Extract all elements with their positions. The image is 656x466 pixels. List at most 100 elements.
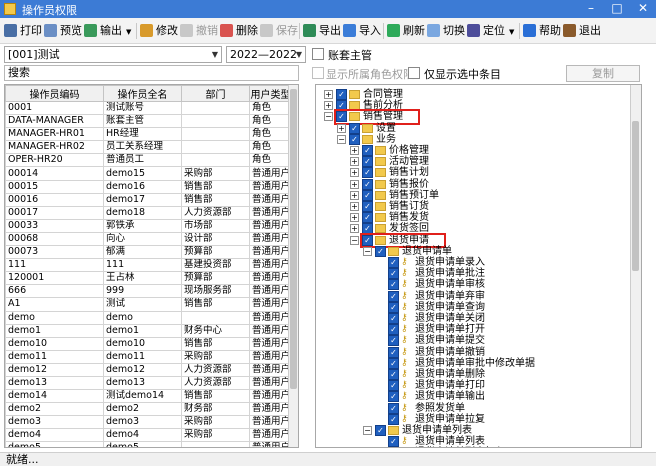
- column-header[interactable]: 操作员编码: [5, 85, 104, 102]
- output-button[interactable]: 输出 ▼: [84, 22, 131, 40]
- table-row[interactable]: demo12 demo12 人力资源部 普通用户: [5, 362, 292, 377]
- table-row[interactable]: MANAGER-HR02 员工关系经理 角色: [5, 140, 292, 155]
- table-row[interactable]: 00068 向心 设计部 普通用户: [5, 231, 292, 247]
- table-row[interactable]: 0001 测试账号 角色: [5, 100, 292, 116]
- checked-checkbox[interactable]: ✓: [388, 346, 399, 358]
- tree-node[interactable]: − ✓ 退货申请单列表: [363, 425, 616, 437]
- checked-checkbox[interactable]: ✓: [362, 167, 373, 179]
- table-row[interactable]: 00014 demo15 采购部 普通用户: [5, 166, 292, 181]
- tree-node[interactable]: ✓ ⚷ 退货申请单审批中修改单据: [376, 357, 616, 370]
- checked-checkbox[interactable]: ✓: [388, 391, 399, 403]
- column-header[interactable]: 部门: [181, 85, 250, 102]
- tree-node[interactable]: ✓ ⚷ 退货申请单审核: [376, 279, 616, 291]
- table-row[interactable]: demo5 demo5 普通用户: [5, 441, 292, 447]
- checked-checkbox[interactable]: ✓: [388, 369, 399, 380]
- exit-button[interactable]: 退出: [563, 22, 601, 40]
- table-row[interactable]: 00033 郭铁承 市场部 普通用户: [5, 218, 292, 233]
- table-row[interactable]: OPER-HR20 普通员工 角色: [5, 153, 292, 168]
- checked-checkbox[interactable]: ✓: [388, 380, 399, 392]
- table-row[interactable]: MANAGER-HR01 HR经理 角色: [5, 127, 292, 142]
- table-row[interactable]: A1 测试 销售部 普通用户: [5, 297, 292, 312]
- checked-checkbox[interactable]: ✓: [375, 245, 386, 257]
- checked-checkbox[interactable]: ✓: [388, 268, 399, 280]
- table-row[interactable]: demo11 demo11 采购部 普通用户: [5, 349, 292, 364]
- tree-node[interactable]: ✓ ⚷ 参照发货单: [376, 402, 616, 415]
- switch-button[interactable]: 切换: [427, 22, 465, 40]
- collapse-icon[interactable]: −: [363, 246, 372, 256]
- table-row[interactable]: demo10 demo10 销售部 普通用户: [5, 336, 292, 351]
- search-input[interactable]: 搜索: [4, 65, 299, 81]
- show-role-rights-checkbox[interactable]: [312, 67, 324, 79]
- table-row[interactable]: 00073 郁满 预算部 普通用户: [5, 245, 292, 260]
- column-header[interactable]: 用户类型: [249, 85, 292, 102]
- checked-checkbox[interactable]: ✓: [362, 145, 373, 156]
- tree-node[interactable]: ✓ ⚷ 退货申请单拉复: [376, 413, 616, 426]
- tree-node[interactable]: ✓ ⚷ 退货申请单关闭: [376, 313, 616, 325]
- checked-checkbox[interactable]: ✓: [349, 122, 360, 134]
- expand-icon[interactable]: +: [350, 213, 359, 223]
- checked-checkbox[interactable]: ✓: [362, 212, 373, 224]
- locate-button[interactable]: 定位 ▼: [467, 22, 514, 40]
- checked-checkbox[interactable]: ✓: [362, 156, 373, 168]
- checked-checkbox[interactable]: ✓: [375, 425, 386, 436]
- expand-icon[interactable]: +: [350, 157, 359, 167]
- account-select[interactable]: [001]测试 ▼: [4, 46, 222, 63]
- table-row[interactable]: demo4 demo4 采购部 普通用户: [5, 428, 292, 443]
- tree-node[interactable]: ✓ ⚷ 退货申请单撤销: [376, 346, 616, 359]
- expand-icon[interactable]: +: [324, 101, 333, 111]
- table-scrollbar[interactable]: [288, 85, 298, 447]
- table-row[interactable]: 666 999 现场服务部 普通用户: [5, 284, 292, 299]
- checked-checkbox[interactable]: ✓: [388, 279, 399, 291]
- table-row[interactable]: demo demo 普通用户: [5, 310, 292, 325]
- tree-node[interactable]: ✓ ⚷ 退货申请单输出: [376, 391, 616, 403]
- checked-checkbox[interactable]: ✓: [388, 447, 399, 448]
- tree-scrollbar[interactable]: [630, 85, 641, 447]
- checked-checkbox[interactable]: ✓: [388, 324, 399, 336]
- tree-node[interactable]: ✓ ⚷ 退货申请单弃审: [376, 290, 616, 303]
- checked-checkbox[interactable]: ✓: [388, 402, 399, 414]
- tree-node[interactable]: ✓ ⚷ 退货申请单删除: [376, 369, 616, 381]
- collapse-icon[interactable]: −: [350, 235, 359, 245]
- delete-button[interactable]: 删除: [220, 22, 258, 40]
- undo-button[interactable]: 撤销: [180, 22, 218, 40]
- collapse-icon[interactable]: −: [324, 112, 333, 122]
- scrollbar-thumb[interactable]: [290, 89, 297, 389]
- table-row[interactable]: DATA-MANAGER 账套主管 角色: [5, 114, 292, 129]
- account-admin-checkbox[interactable]: [312, 48, 324, 60]
- tree-node[interactable]: + ✓ 销售计划: [350, 167, 616, 179]
- tree-node[interactable]: ✓ ⚷ 退货申请单录入: [376, 257, 616, 269]
- collapse-icon[interactable]: −: [363, 426, 372, 435]
- checked-checkbox[interactable]: ✓: [388, 335, 399, 347]
- table-row[interactable]: 00017 demo18 人力资源部 普通用户: [5, 205, 292, 220]
- checked-checkbox[interactable]: ✓: [388, 290, 399, 302]
- table-row[interactable]: demo2 demo2 财务部 普通用户: [5, 402, 292, 417]
- minimize-button[interactable]: –: [578, 1, 604, 17]
- tree-node[interactable]: + ✓ 销售预订单: [350, 189, 616, 202]
- tree-node[interactable]: ✓ ⚷ 退货申请单打开: [376, 324, 616, 336]
- checked-checkbox[interactable]: ✓: [388, 436, 399, 447]
- tree-node[interactable]: ✓ ⚷ 退货申请单批注: [376, 268, 616, 280]
- checked-checkbox[interactable]: ✓: [362, 178, 373, 190]
- collapse-icon[interactable]: −: [337, 134, 346, 144]
- tree-node[interactable]: ✓ ⚷ 退货申请单查询: [376, 301, 616, 314]
- preview-button[interactable]: 预览: [44, 22, 82, 40]
- expand-icon[interactable]: +: [350, 146, 359, 155]
- expand-icon[interactable]: +: [350, 190, 359, 200]
- tree-node[interactable]: − ✓ 业务: [337, 133, 616, 146]
- expand-icon[interactable]: +: [350, 179, 359, 189]
- checked-checkbox[interactable]: ✓: [362, 201, 373, 212]
- scrollbar-thumb[interactable]: [632, 121, 639, 271]
- tree-node[interactable]: ✓⚷退货申请单列表打印: [376, 447, 616, 448]
- tree-node[interactable]: + ✓ 销售报价: [350, 178, 616, 191]
- expand-icon[interactable]: +: [324, 90, 333, 99]
- tree-node[interactable]: ✓ ⚷ 退货申请单打印: [376, 380, 616, 392]
- tree-node[interactable]: + ✓ 设置: [337, 122, 616, 135]
- year-select[interactable]: 2022—2022 ▼: [226, 46, 306, 63]
- modify-button[interactable]: 修改: [140, 22, 178, 40]
- table-row[interactable]: 111 111 基建投资部 普通用户: [5, 258, 292, 273]
- checked-checkbox[interactable]: ✓: [388, 257, 399, 268]
- help-button[interactable]: 帮助: [523, 22, 561, 40]
- tree-node[interactable]: ✓ ⚷ 退货申请单提交: [376, 335, 616, 347]
- copy-button[interactable]: 复制: [566, 65, 640, 82]
- expand-icon[interactable]: +: [350, 168, 359, 178]
